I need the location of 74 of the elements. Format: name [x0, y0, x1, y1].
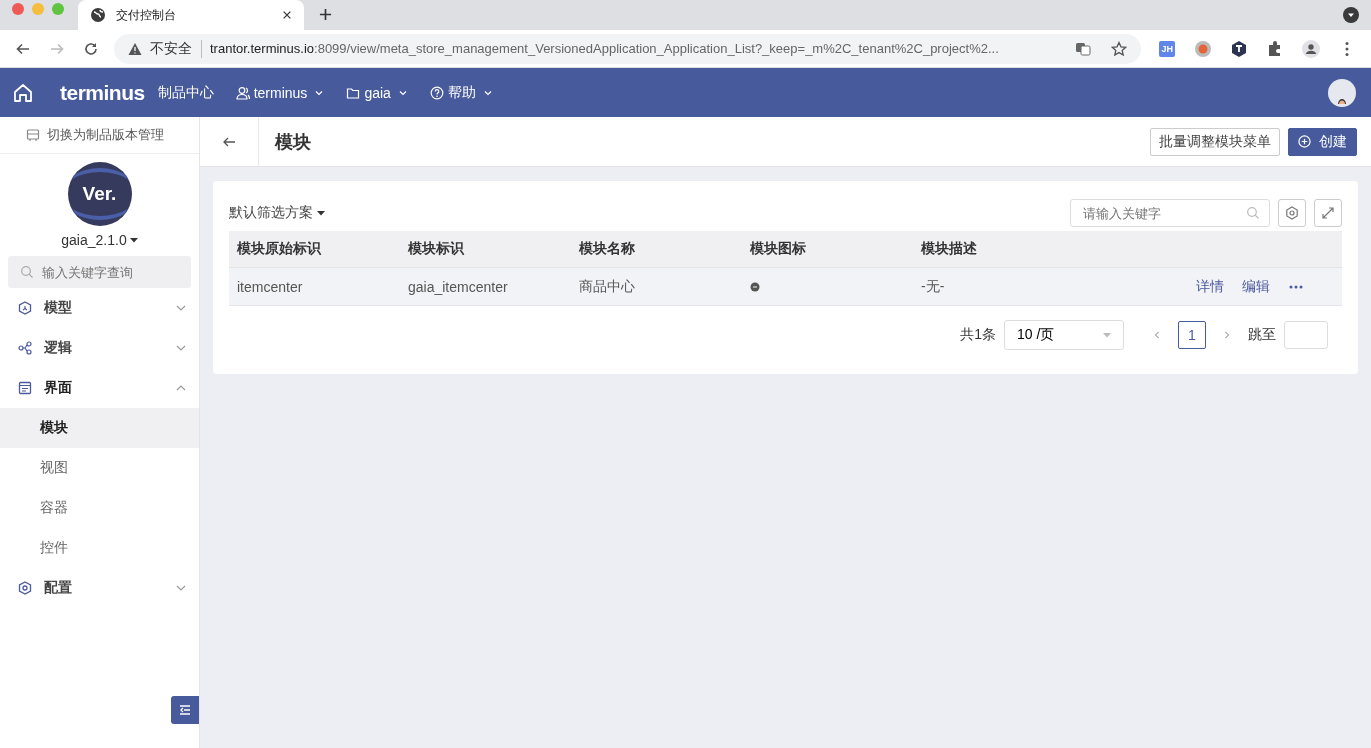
menu-group[interactable]: 模型: [0, 288, 199, 328]
warning-icon: [128, 41, 142, 56]
caret-icon: [129, 236, 138, 244]
close-icon[interactable]: [282, 10, 292, 20]
table-cell-text: itemcenter: [236, 278, 304, 295]
more-icon[interactable]: [1288, 283, 1304, 290]
column-header: 模块名称: [578, 240, 636, 258]
page-number-button[interactable]: 1: [1178, 321, 1206, 349]
layout-icon: [18, 381, 32, 395]
page-size-select[interactable]: 10 /页: [1004, 320, 1124, 350]
user-icon: [235, 85, 250, 100]
browser-tab[interactable]: 交付控制台: [78, 0, 304, 30]
settings-icon: [1285, 206, 1299, 220]
module-icon: [750, 281, 760, 292]
security-label: 不安全: [150, 39, 202, 58]
version-dropdown[interactable]: gaia_2.1.0: [59, 230, 140, 250]
column-header: 模块标识: [407, 240, 465, 258]
menu-group[interactable]: 配置: [0, 568, 199, 608]
globe-icon: [90, 7, 106, 23]
column-header: 模块描述: [920, 240, 978, 258]
new-tab-icon[interactable]: [319, 8, 332, 21]
menu-item[interactable]: 控件: [0, 528, 199, 568]
nodes-icon: [18, 341, 32, 355]
caret-icon: [317, 209, 325, 217]
address-field[interactable]: 不安全 trantor.terminus.io:8099/view/meta_store_management_VersionedApplication_Application_List?_keep=_m%2C_tenant%2C_project%2...: [114, 33, 1142, 64]
version-avatar: Ver.: [67, 162, 132, 226]
folder-icon: [346, 85, 361, 100]
menu-group[interactable]: 界面: [0, 368, 199, 408]
filter-dropdown[interactable]: 默认筛选方案: [229, 204, 325, 222]
hexagon-icon: [18, 301, 32, 315]
caret-icon: [1103, 331, 1111, 339]
menu-item[interactable]: 容器: [0, 488, 199, 528]
translate-icon[interactable]: [1075, 40, 1092, 57]
batch-menu-button[interactable]: 批量调整模块菜单: [1150, 127, 1280, 156]
total-count: 共1条: [960, 326, 996, 344]
table-cell-text: 商品中心: [578, 277, 636, 296]
column-header: 模块图标: [749, 240, 807, 258]
hexagon-icon: [18, 581, 32, 595]
search-field[interactable]: 请输入关键字: [1070, 199, 1270, 227]
expand-icon: [1321, 206, 1335, 220]
extension-badge[interactable]: JH: [1159, 40, 1175, 57]
search-field[interactable]: 输入关键字查询: [8, 256, 191, 288]
jump-label: 跳至: [1248, 326, 1276, 344]
search-icon: [20, 265, 34, 279]
menu-group[interactable]: 逻辑: [0, 328, 199, 368]
create-button[interactable]: 创建: [1288, 127, 1357, 156]
bus-icon: [26, 128, 40, 142]
jump-page-field[interactable]: [1284, 321, 1328, 349]
star-icon[interactable]: [1111, 40, 1128, 57]
menu-item[interactable]: 视图: [0, 448, 199, 488]
user-avatar[interactable]: [1327, 77, 1357, 108]
table-cell-text: gaia_itemcenter: [407, 278, 509, 295]
close-window-button[interactable]: [12, 3, 24, 15]
tab-search-icon[interactable]: [1343, 7, 1359, 23]
page-title: 模块: [275, 130, 311, 154]
logo[interactable]: terminus: [60, 80, 145, 105]
settings-button[interactable]: [1278, 199, 1306, 227]
column-header: 模块原始标识: [236, 240, 322, 258]
row-action-link[interactable]: 详情: [1196, 277, 1224, 296]
switch-link[interactable]: 切换为制品版本管理: [0, 117, 199, 154]
nav-link[interactable]: 制品中心: [157, 83, 214, 102]
nav-dropdown[interactable]: 帮助: [429, 83, 493, 102]
collapse-icon: [178, 703, 192, 717]
nav-dropdown[interactable]: gaia: [346, 84, 408, 101]
help-icon: [429, 85, 444, 100]
table-cell-text: -无-: [920, 277, 946, 296]
home-icon[interactable]: [12, 81, 34, 104]
plus-circle-icon: [1298, 135, 1311, 148]
collapse-sidebar-button[interactable]: [171, 696, 199, 724]
url-text: trantor.terminus.io:8099/view/meta_store_management_VersionedApplication_Application_List?_keep=_m%2C_tenant%2C_project%2...: [210, 41, 999, 56]
nav-dropdown[interactable]: terminus: [235, 84, 325, 101]
menu-item[interactable]: 模块: [0, 408, 199, 448]
row-action-link[interactable]: 编辑: [1242, 277, 1270, 296]
search-icon: [1246, 206, 1260, 220]
